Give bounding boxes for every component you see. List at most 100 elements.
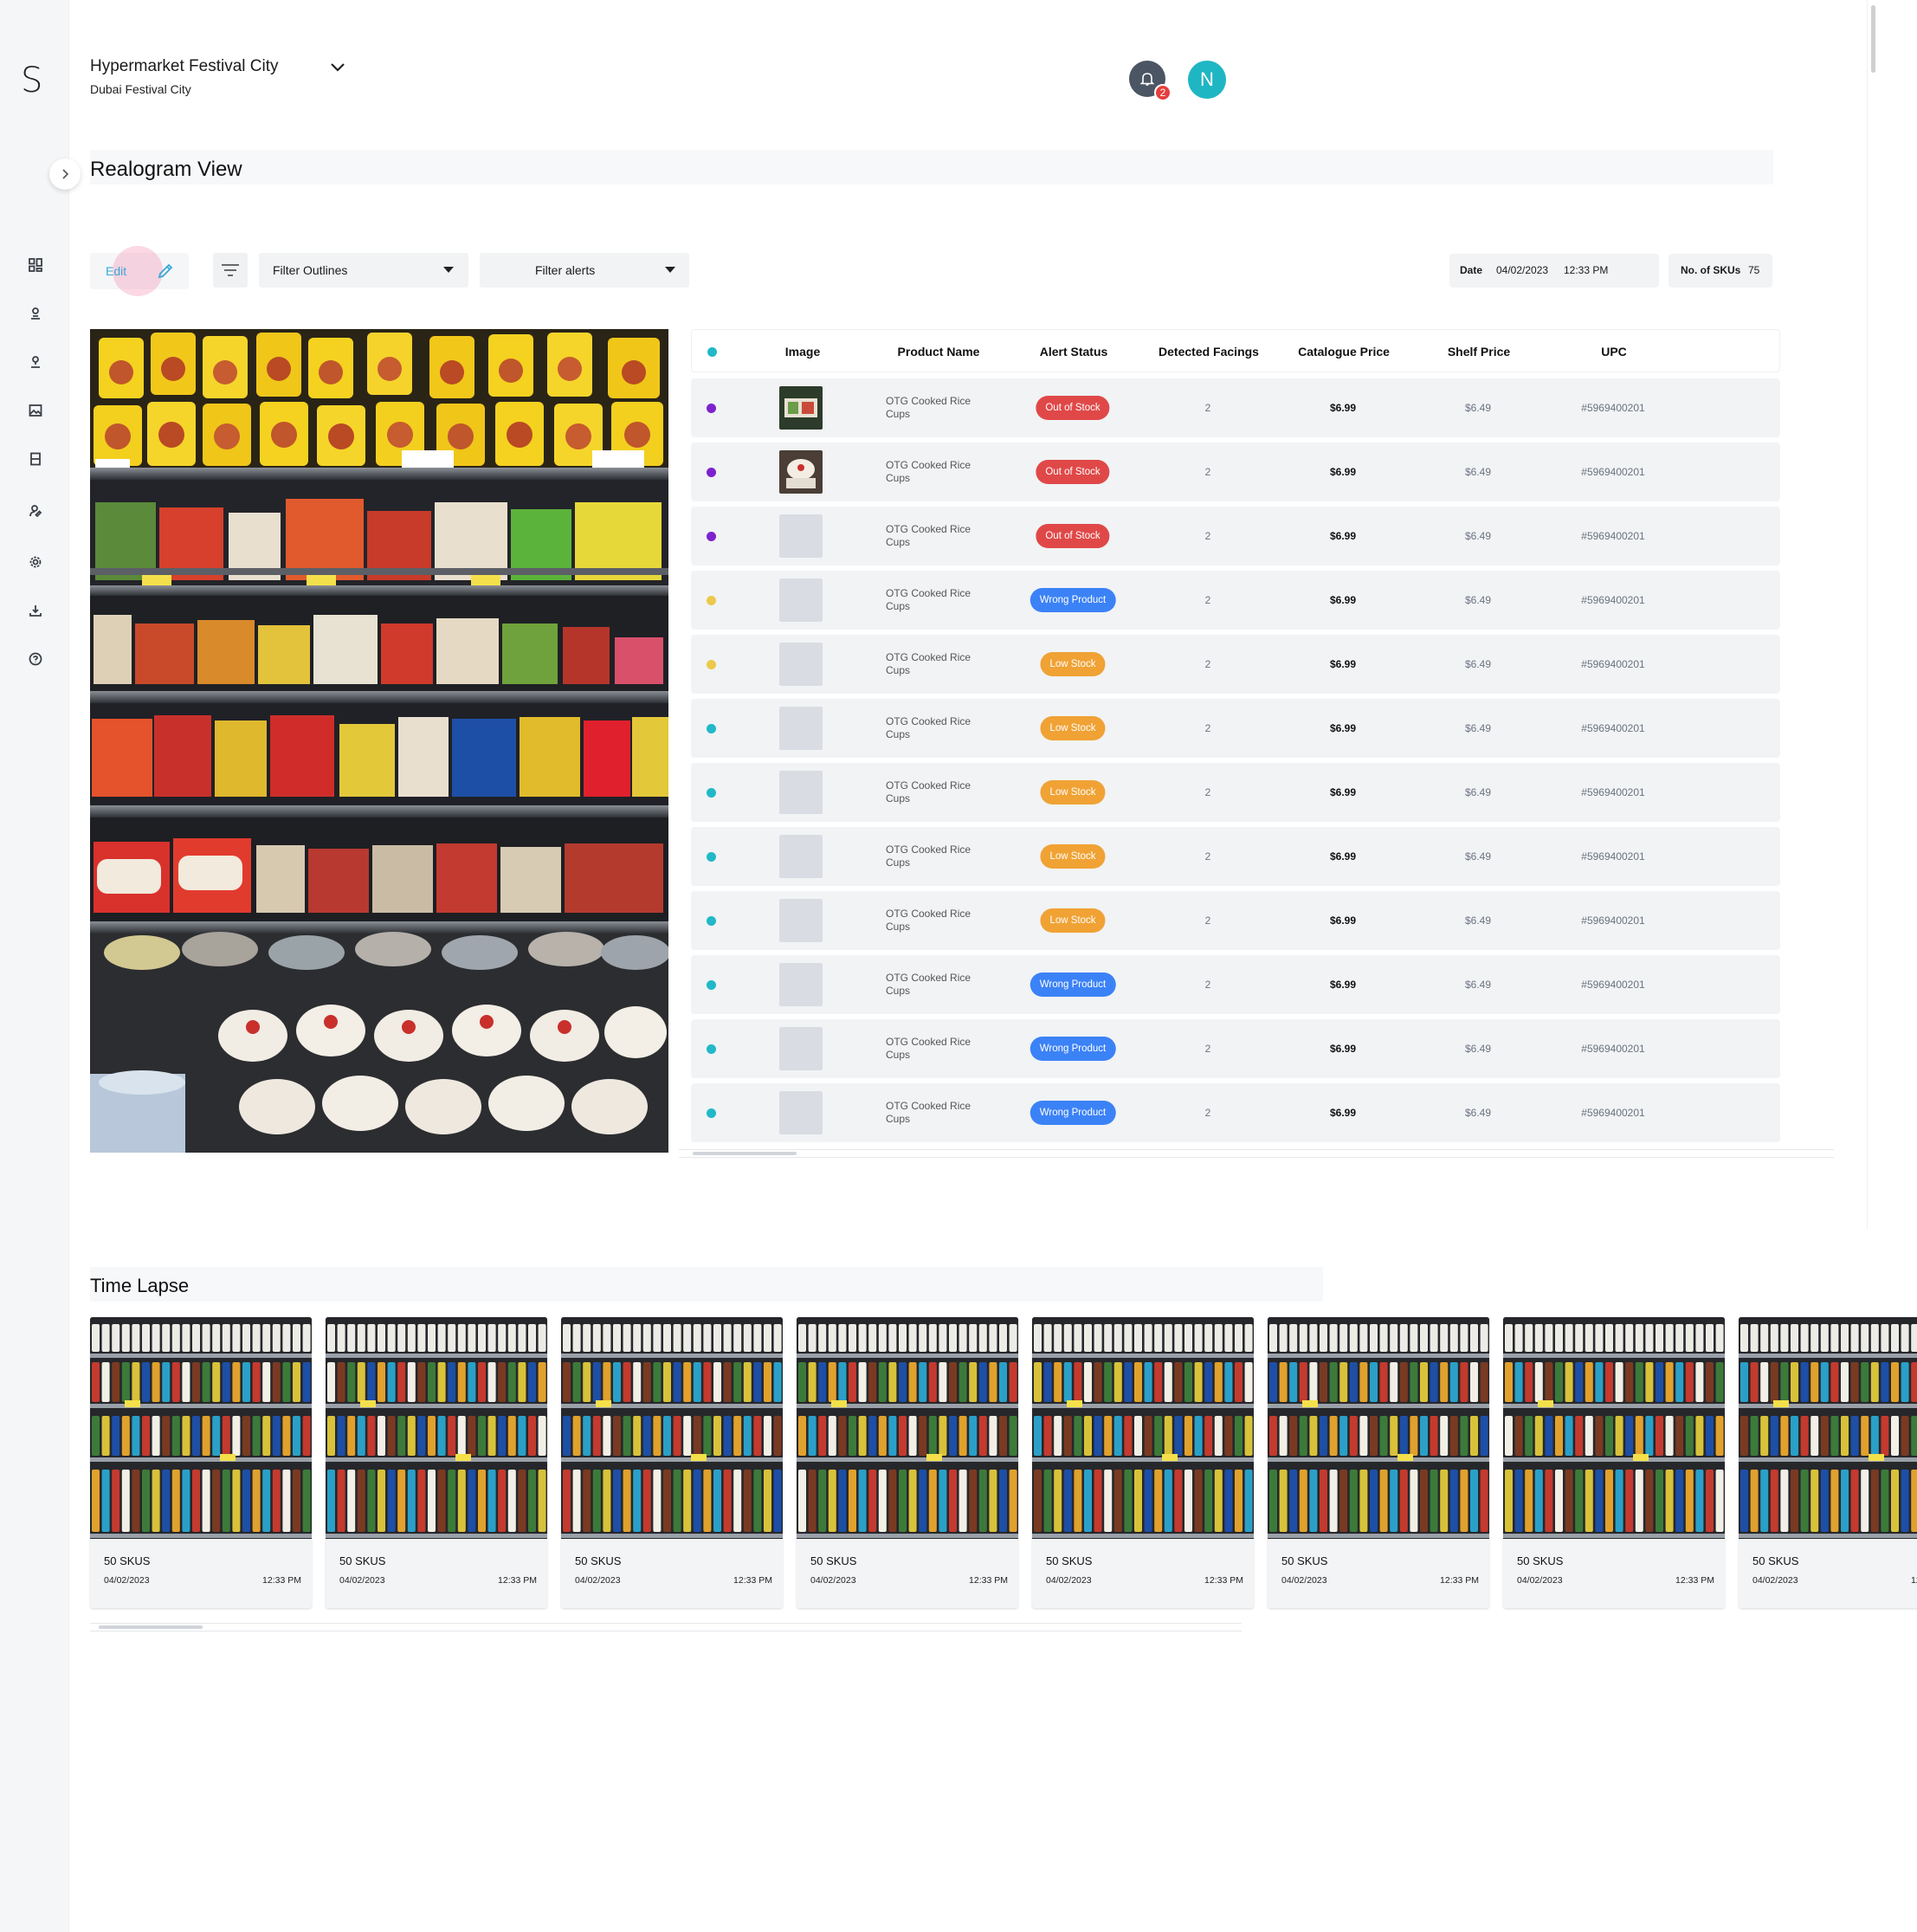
product-thumbnail[interactable] (779, 386, 823, 430)
row-status-dot[interactable] (707, 404, 716, 413)
timelapse-scrollbar[interactable] (90, 1623, 1242, 1632)
realogram-shelf-image[interactable] (90, 329, 668, 1153)
sidebar-expand-button[interactable] (49, 158, 81, 190)
filter-outlines-dropdown[interactable]: Filter Outlines (259, 253, 468, 288)
col-shelf-price[interactable]: Shelf Price (1448, 345, 1510, 359)
timelapse-image[interactable] (1739, 1317, 1917, 1539)
shelf-icon[interactable] (26, 449, 45, 468)
row-status-dot[interactable] (707, 468, 716, 477)
row-status-dot[interactable] (707, 916, 716, 926)
timelapse-image[interactable] (1503, 1317, 1725, 1539)
table-row[interactable]: OTG Cooked Rice Cups Wrong Product 2 $6.99 $… (691, 1019, 1780, 1078)
product-thumbnail[interactable] (779, 514, 823, 558)
product-name: OTG Cooked Rice Cups (886, 651, 971, 676)
timelapse-card[interactable]: 50 SKUS 04/02/2023 12:33 PM (1032, 1317, 1254, 1608)
table-row[interactable]: OTG Cooked Rice Cups Wrong Product 2 $6.99 $… (691, 955, 1780, 1014)
shelf-price: $6.49 (1464, 530, 1492, 542)
filter-alerts-dropdown[interactable]: Filter alerts (480, 253, 689, 288)
timelapse-card[interactable]: 50 SKUS 04/02/2023 12:33 PM (1739, 1317, 1917, 1608)
app-logo[interactable]: S (21, 61, 42, 100)
col-image[interactable]: Image (785, 345, 820, 359)
shelf-price: $6.49 (1464, 722, 1492, 734)
timelapse-card[interactable]: 50 SKUS 04/02/2023 12:33 PM (90, 1317, 312, 1608)
col-alert-status[interactable]: Alert Status (1040, 345, 1108, 359)
row-status-dot[interactable] (707, 532, 716, 541)
table-row[interactable]: OTG Cooked Rice Cups Wrong Product 2 $6.99 $… (691, 1083, 1780, 1142)
table-horizontal-scrollbar[interactable] (679, 1149, 1834, 1158)
product-thumbnail[interactable] (779, 771, 823, 814)
row-status-dot[interactable] (707, 724, 716, 733)
table-row[interactable]: OTG Cooked Rice Cups Low Stock 2 $6.99 $6.49… (691, 763, 1780, 822)
shelf-price: $6.49 (1464, 402, 1492, 414)
product-thumbnail[interactable] (779, 899, 823, 942)
filter-button[interactable] (213, 253, 248, 288)
timelapse-card[interactable]: 50 SKUS 04/02/2023 12:33 PM (561, 1317, 783, 1608)
product-thumbnail[interactable] (779, 1027, 823, 1070)
help-icon[interactable] (26, 649, 45, 669)
timelapse-image[interactable] (1032, 1317, 1254, 1539)
timelapse-card[interactable]: 50 SKUS 04/02/2023 12:33 PM (326, 1317, 547, 1608)
timelapse-sku-count: 50 SKUS (1281, 1554, 1328, 1567)
detected-facings: 2 (1204, 594, 1211, 606)
product-thumbnail[interactable] (779, 963, 823, 1006)
timelapse-image[interactable] (1268, 1317, 1489, 1539)
timelapse-card[interactable]: 50 SKUS 04/02/2023 12:33 PM (1268, 1317, 1489, 1608)
timelapse-image[interactable] (797, 1317, 1018, 1539)
row-status-dot[interactable] (707, 596, 716, 605)
timelapse-image[interactable] (561, 1317, 783, 1539)
store-name[interactable]: Hypermarket Festival City (90, 57, 279, 76)
upc-code: #5969400201 (1581, 979, 1645, 991)
select-all-dot[interactable] (707, 347, 717, 357)
table-row[interactable]: OTG Cooked Rice Cups Low Stock 2 $6.99 $6.49… (691, 827, 1780, 886)
location-icon[interactable] (26, 352, 45, 372)
shelf-photo-illustration (90, 329, 668, 1153)
table-row[interactable]: OTG Cooked Rice Cups Low Stock 2 $6.99 $6.49… (691, 635, 1780, 694)
detected-facings: 2 (1204, 979, 1211, 991)
timelapse-card[interactable]: 50 SKUS 04/02/2023 12:33 PM (1503, 1317, 1725, 1608)
chevron-down-icon[interactable] (327, 57, 348, 78)
store-pin-icon[interactable] (26, 304, 45, 323)
product-thumbnail[interactable] (779, 1091, 823, 1134)
alert-status-badge: Wrong Product (1030, 972, 1116, 997)
table-scrollbar-thumb[interactable] (693, 1152, 797, 1155)
product-thumbnail[interactable] (779, 450, 823, 494)
shelf-price: $6.49 (1464, 658, 1492, 670)
download-icon[interactable] (26, 601, 45, 620)
detected-facings: 2 (1204, 466, 1211, 478)
table-row[interactable]: OTG Cooked Rice Cups Out of Stock 2 $6.99 $6… (691, 507, 1780, 565)
user-avatar[interactable]: N (1188, 61, 1226, 99)
timelapse-image[interactable] (326, 1317, 547, 1539)
product-thumbnail[interactable] (779, 835, 823, 878)
settings-icon[interactable] (26, 552, 45, 572)
table-row[interactable]: OTG Cooked Rice Cups Wrong Product 2 $6.99 $… (691, 571, 1780, 630)
row-status-dot[interactable] (707, 1044, 716, 1054)
edit-button[interactable]: Edit (90, 246, 189, 296)
product-name: OTG Cooked Rice Cups (886, 908, 971, 933)
dashboard-icon[interactable] (26, 255, 45, 275)
col-product-name[interactable]: Product Name (898, 345, 980, 359)
row-status-dot[interactable] (707, 1108, 716, 1118)
page-scrollbar[interactable] (1867, 0, 1879, 1230)
page-scrollbar-thumb[interactable] (1871, 5, 1875, 73)
product-thumbnail[interactable] (779, 643, 823, 686)
table-row[interactable]: OTG Cooked Rice Cups Low Stock 2 $6.99 $6.49… (691, 699, 1780, 758)
table-row[interactable]: OTG Cooked Rice Cups Low Stock 2 $6.99 $6.49… (691, 891, 1780, 950)
user-edit-icon[interactable] (26, 501, 45, 520)
row-status-dot[interactable] (707, 788, 716, 798)
col-catalogue-price[interactable]: Catalogue Price (1298, 345, 1390, 359)
row-status-dot[interactable] (707, 980, 716, 990)
col-detected-facings[interactable]: Detected Facings (1159, 345, 1259, 359)
image-icon[interactable] (26, 401, 45, 420)
product-thumbnail[interactable] (779, 707, 823, 750)
timelapse-card[interactable]: 50 SKUS 04/02/2023 12:33 PM (797, 1317, 1018, 1608)
timelapse-sku-count: 50 SKUS (575, 1554, 622, 1567)
table-row[interactable]: OTG Cooked Rice Cups Out of Stock 2 $6.99 $6… (691, 443, 1780, 501)
row-status-dot[interactable] (707, 660, 716, 669)
product-thumbnail[interactable] (779, 578, 823, 622)
timelapse-scrollbar-thumb[interactable] (99, 1625, 203, 1629)
table-row[interactable]: OTG Cooked Rice Cups Out of Stock 2 $6.99 $6… (691, 378, 1780, 437)
timelapse-image[interactable] (90, 1317, 312, 1539)
col-upc[interactable]: UPC (1601, 345, 1627, 359)
catalogue-price: $6.99 (1329, 850, 1357, 863)
row-status-dot[interactable] (707, 852, 716, 862)
